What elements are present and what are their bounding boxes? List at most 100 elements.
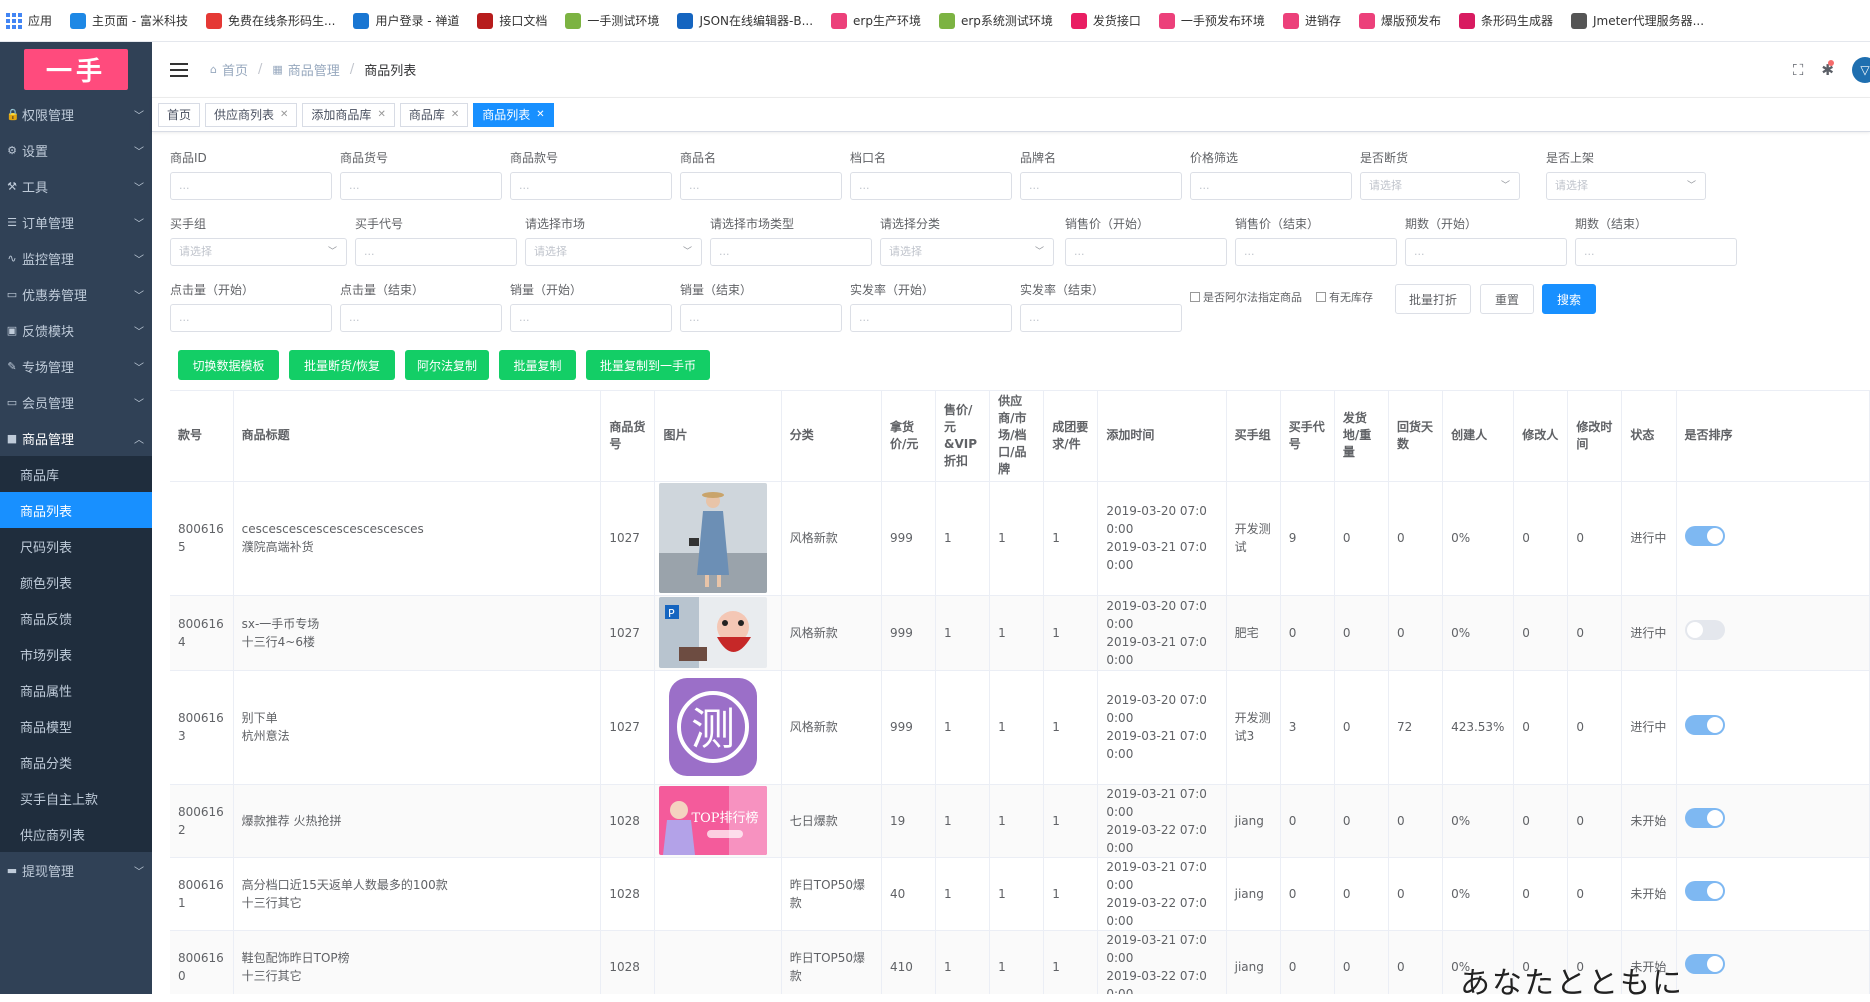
column-header[interactable]: 发货地/重量 — [1334, 391, 1389, 482]
table-row[interactable]: 8006161 高分档口近15天返单人数最多的100款 十三行其它 1028 昨日TOP… — [170, 857, 1870, 931]
column-header[interactable]: 拿货价/元 — [881, 391, 937, 482]
close-icon[interactable]: ✕ — [280, 109, 288, 120]
sidebar-subitem-7[interactable]: 商品模型 — [0, 708, 152, 744]
table-row[interactable]: 8006163 别下单 杭州意法 1027 测风格新款 999 1 1 1 2019-03-20 … — [170, 670, 1870, 785]
bookmark-10[interactable]: 一手预发布环境 — [1158, 12, 1265, 29]
bookmark-14[interactable]: Jmeter代理服务器... — [1570, 12, 1704, 29]
close-icon[interactable]: ✕ — [451, 109, 459, 120]
cartoon-shopping-photo[interactable]: P — [659, 597, 776, 668]
close-icon[interactable]: ✕ — [377, 109, 385, 120]
filter-input[interactable]: ... — [850, 172, 1012, 200]
filter-input[interactable]: ... — [1020, 172, 1182, 200]
bookmark-5[interactable]: 一手测试环境 — [565, 12, 659, 29]
filter-input[interactable]: ... — [510, 172, 672, 200]
sidebar-item-3[interactable]: ☰ 订单管理 ﹀ — [0, 204, 152, 240]
tab-2[interactable]: 添加商品库 ✕ — [302, 102, 395, 127]
sidebar-subitem-3[interactable]: 颜色列表 — [0, 564, 152, 600]
sidebar-subitem-10[interactable]: 供应商列表 — [0, 816, 152, 852]
sort-toggle[interactable] — [1684, 525, 1725, 546]
bookmark-4[interactable]: 接口文档 — [477, 12, 547, 29]
table-row[interactable]: 8006165 cescescescescescescescesces 濮院高端补货… — [170, 481, 1870, 596]
tab-0[interactable]: 首页 — [158, 102, 201, 127]
filter-select[interactable]: 请选择 — [1360, 172, 1520, 200]
filter-input[interactable]: ... — [170, 304, 332, 332]
sort-toggle[interactable] — [1684, 808, 1725, 828]
bookmark-6[interactable]: JSON在线编辑器-B... — [677, 12, 813, 29]
sidebar-item-4[interactable]: ∿ 监控管理 ﹀ — [0, 240, 152, 276]
sidebar-subitem-6[interactable]: 商品属性 — [0, 672, 152, 708]
sort-toggle[interactable] — [1684, 714, 1725, 735]
bookmark-3[interactable]: 用户登录 - 禅道 — [353, 12, 459, 29]
column-header[interactable]: 添加时间 — [1097, 391, 1227, 482]
action-button-4[interactable]: 批量复制到一手币 — [586, 350, 710, 380]
filter-input[interactable]: ... — [1190, 172, 1352, 200]
action-button-1[interactable]: 批量断货/恢复 — [289, 350, 395, 380]
app-logo[interactable]: 一手 — [0, 42, 152, 96]
reset-button[interactable]: 重置 — [1480, 284, 1534, 314]
filter-input[interactable]: ... — [680, 172, 842, 200]
bookmark-13[interactable]: 条形码生成器 — [1458, 12, 1553, 29]
column-header[interactable]: 分类 — [781, 391, 882, 482]
column-header[interactable]: 商品标题 — [233, 391, 602, 482]
column-header[interactable]: 回货天数 — [1388, 391, 1444, 482]
bookmark-7[interactable]: erp生产环境 — [831, 12, 921, 29]
sidebar-subitem-0[interactable]: 商品库 — [0, 456, 152, 492]
bookmark-0[interactable]: 应用 — [6, 12, 52, 29]
action-button-3[interactable]: 批量复制 — [499, 350, 576, 380]
pink-top-banner[interactable]: TOP排行榜 — [659, 786, 776, 855]
column-header[interactable]: 修改时间 — [1567, 391, 1623, 482]
avatar[interactable]: ▽ — [1852, 57, 1870, 83]
fullscreen-icon[interactable]: ⛶ — [1793, 61, 1804, 79]
close-icon[interactable]: ✕ — [536, 109, 544, 120]
sidebar-item-2[interactable]: ⚒ 工具 ﹀ — [0, 168, 152, 204]
sidebar-subitem-4[interactable]: 商品反馈 — [0, 600, 152, 636]
tab-1[interactable]: 供应商列表 ✕ — [205, 102, 298, 127]
filter-input[interactable]: ... — [1235, 238, 1397, 266]
filter-input[interactable]: ... — [340, 304, 502, 332]
woman-denim-dress-photo[interactable] — [659, 483, 776, 593]
breadcrumb-section[interactable]: 商品管理 — [288, 60, 340, 79]
filter-input[interactable]: ... — [1020, 304, 1182, 332]
action-button-2[interactable]: 阿尔法复制 — [405, 350, 489, 380]
table-row[interactable]: 8006164 sx-一手币专场 十三行4~6楼 1027 P 风格新款 999 1 1 1 201… — [170, 595, 1870, 671]
sidebar-item-7[interactable]: ✎ 专场管理 ﹀ — [0, 348, 152, 384]
filter-input[interactable]: ... — [1065, 238, 1227, 266]
action-button-0[interactable]: 切换数据模板 — [178, 350, 279, 380]
bookmark-8[interactable]: erp系统测试环境 — [938, 12, 1053, 29]
hamburger-menu-icon[interactable] — [170, 62, 188, 77]
filter-select[interactable]: 请选择 — [880, 238, 1054, 266]
filter-select[interactable]: 请选择 — [170, 238, 347, 266]
alpha-checkbox[interactable]: 是否阿尔法指定商品 — [1190, 289, 1302, 305]
filter-input[interactable]: ... — [1575, 238, 1737, 266]
sidebar-subitem-9[interactable]: 买手自主上款 — [0, 780, 152, 816]
sort-toggle[interactable] — [1684, 954, 1725, 974]
filter-input[interactable]: ... — [680, 304, 842, 332]
filter-input[interactable]: ... — [1405, 238, 1567, 266]
sort-toggle[interactable] — [1684, 881, 1725, 901]
sidebar-item-8[interactable]: ▭ 会员管理 ﹀ — [0, 384, 152, 420]
sidebar-item-9[interactable]: ■ 商品管理 ︿ — [0, 420, 152, 456]
search-button[interactable]: 搜索 — [1542, 284, 1596, 314]
column-header[interactable]: 图片 — [654, 391, 782, 482]
column-header[interactable]: 售价/元&VIP折扣 — [935, 391, 991, 482]
column-header[interactable]: 款号 — [170, 391, 234, 482]
sidebar-item-1[interactable]: ⚙ 设置 ﹀ — [0, 132, 152, 168]
column-header[interactable]: 买手组 — [1226, 391, 1281, 482]
filter-select[interactable]: 请选择 — [525, 238, 702, 266]
column-header[interactable]: 是否排序 — [1676, 391, 1870, 482]
sidebar-item-5[interactable]: ▭ 优惠券管理 ﹀ — [0, 276, 152, 312]
column-header[interactable]: 修改人 — [1513, 391, 1569, 482]
filter-input[interactable]: ... — [355, 238, 517, 266]
sidebar-subitem-2[interactable]: 尺码列表 — [0, 528, 152, 564]
stock-checkbox[interactable]: 有无库存 — [1316, 289, 1373, 305]
bookmark-2[interactable]: 免费在线条形码生... — [205, 12, 335, 29]
sidebar-subitem-1[interactable]: 商品列表 — [0, 492, 152, 528]
filter-input[interactable]: ... — [510, 304, 672, 332]
tab-3[interactable]: 商品库 ✕ — [399, 102, 469, 127]
filter-input[interactable]: ... — [340, 172, 502, 200]
bookmark-1[interactable]: 主页面 - 富米科技 — [70, 12, 188, 29]
sidebar-subitem-8[interactable]: 商品分类 — [0, 744, 152, 780]
filter-input[interactable]: ... — [850, 304, 1012, 332]
filter-select[interactable]: 请选择 — [1546, 172, 1706, 200]
filter-input[interactable]: ... — [170, 172, 332, 200]
